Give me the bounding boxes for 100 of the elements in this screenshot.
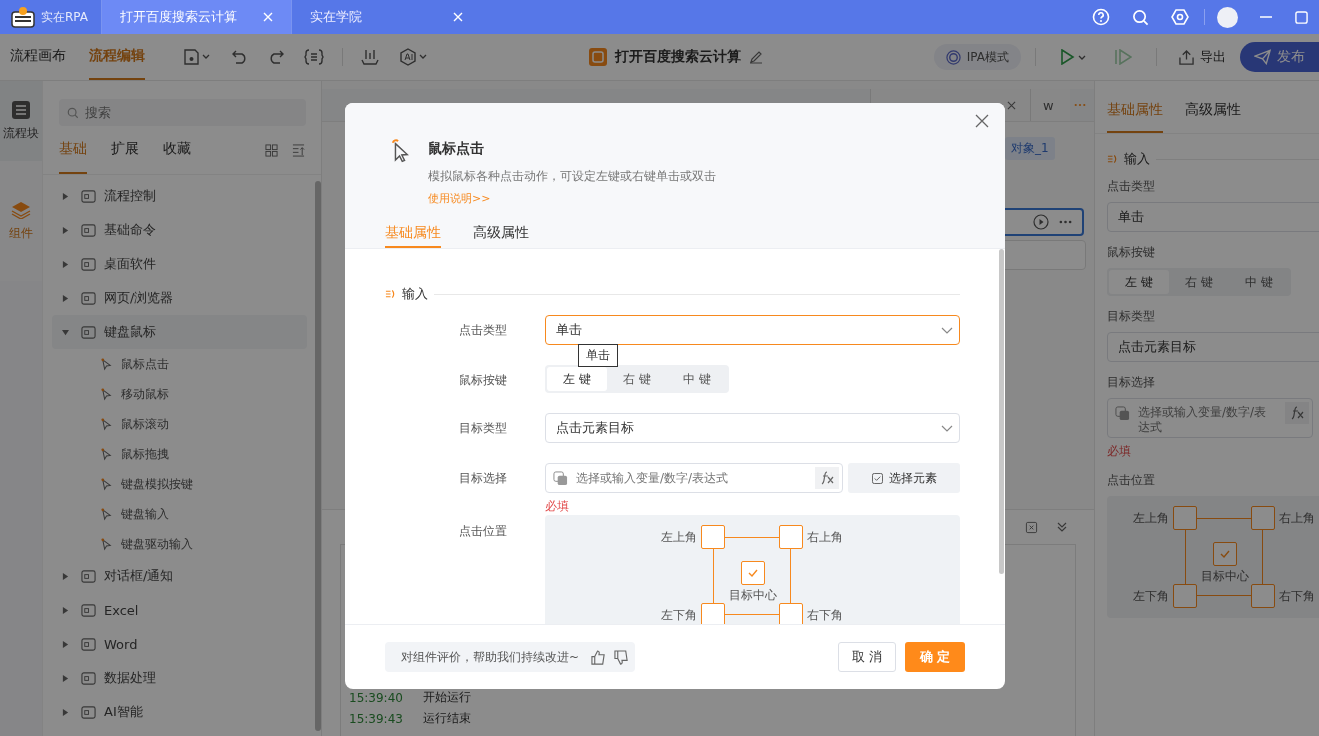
category-tab[interactable]: 收藏 [163, 126, 191, 174]
tree-item[interactable]: 移动鼠标 [52, 379, 307, 409]
help-link[interactable]: 使用说明>> [428, 191, 491, 206]
search-field[interactable]: 搜索 [59, 99, 306, 126]
function-icon [819, 471, 835, 485]
corner-box[interactable] [1173, 584, 1197, 608]
fx-button[interactable] [815, 467, 839, 489]
expression-field[interactable]: 选择或输入变量/数字/表达式 [1107, 398, 1313, 438]
tree-item[interactable]: 键盘鼠标 [52, 315, 307, 349]
close-icon[interactable] [975, 114, 989, 128]
scrollbar-thumb[interactable] [315, 181, 321, 731]
dialog-tab[interactable]: 基础属性 [385, 220, 441, 248]
dialog-tab[interactable]: 高级属性 [473, 220, 529, 248]
play-icon[interactable] [1033, 214, 1049, 230]
more-icon[interactable] [1059, 220, 1072, 224]
select-element-button[interactable]: 选择元素 [848, 463, 960, 493]
corner-box[interactable] [701, 525, 725, 549]
segment-button[interactable]: 右 键 [1169, 270, 1229, 294]
segment-button[interactable]: 右 键 [607, 367, 667, 391]
corner-label: 右下角 [807, 607, 843, 624]
segment-button[interactable]: 中 键 [1229, 270, 1289, 294]
select-field[interactable]: 单击 [1107, 202, 1319, 232]
expand-arrow-icon [62, 572, 69, 580]
category-tab[interactable]: 扩展 [111, 126, 139, 174]
collapse-icon[interactable] [1056, 521, 1068, 533]
document-tab[interactable]: 打开百度搜索云计算 [101, 0, 291, 34]
save-icon[interactable] [184, 49, 212, 65]
confirm-button[interactable]: 确定 [905, 642, 965, 672]
export-button[interactable]: 导出 [1179, 48, 1226, 66]
variable-chip[interactable]: 对象_1 [1005, 137, 1055, 160]
tree-item[interactable]: 流程控制 [52, 179, 307, 213]
ai-icon[interactable] [399, 48, 429, 66]
tree-item[interactable]: 键盘驱动输入 [52, 529, 307, 559]
corner-label: 左下角 [661, 607, 697, 624]
help-icon[interactable] [1092, 8, 1110, 26]
property-tab[interactable]: 基础属性 [1107, 89, 1163, 133]
thumbs-down-icon[interactable] [614, 649, 630, 665]
tree-item[interactable]: 键盘模拟按键 [52, 469, 307, 499]
tree-item[interactable]: 鼠标拖拽 [52, 439, 307, 469]
tree-item[interactable]: 网页/浏览器 [52, 281, 307, 315]
cancel-button[interactable]: 取消 [838, 642, 896, 672]
corner-label: 右下角 [1279, 588, 1315, 605]
close-icon[interactable] [1007, 100, 1016, 110]
tree-item[interactable]: AI智能 [52, 695, 307, 729]
search-icon[interactable] [1132, 8, 1149, 26]
tree-item[interactable]: Excel [52, 593, 307, 627]
tree-item[interactable]: 数据处理 [52, 661, 307, 695]
tree-item[interactable]: 桌面软件 [52, 247, 307, 281]
expression-field[interactable]: 选择或输入变量/数字/表达式 [545, 463, 843, 493]
segment-button[interactable]: 左 键 [1109, 270, 1169, 294]
select-field[interactable]: 点击元素目标 [545, 413, 960, 443]
category-tab[interactable]: 基础 [59, 126, 87, 174]
collapse-all-icon[interactable] [292, 143, 305, 157]
tree-item[interactable]: 鼠标点击 [52, 349, 307, 379]
section-icon [1107, 154, 1118, 164]
property-tab[interactable]: 高级属性 [1185, 89, 1241, 133]
segment-button[interactable]: 中 键 [667, 367, 727, 391]
settings-icon[interactable] [1171, 8, 1189, 26]
mode-tab[interactable]: 流程编辑 [89, 34, 145, 80]
field-label: 目标类型 [1107, 308, 1156, 325]
center-box[interactable] [1213, 542, 1237, 566]
grid-view-icon[interactable] [265, 143, 278, 157]
variables-icon[interactable] [304, 49, 324, 65]
pointer-icon [100, 507, 113, 521]
corner-box[interactable] [701, 603, 725, 624]
field-label: 目标类型 [458, 420, 507, 437]
corner-box[interactable] [1173, 506, 1197, 530]
tree-item[interactable]: 对话框/通知 [52, 559, 307, 593]
corner-box[interactable] [1251, 584, 1275, 608]
avatar[interactable] [1217, 6, 1238, 28]
publish-button[interactable]: 发布 [1240, 42, 1319, 72]
rail-item[interactable]: 流程块 [0, 81, 42, 161]
more-icon[interactable] [1074, 103, 1086, 107]
edit-icon[interactable] [749, 50, 764, 64]
fx-button[interactable] [1285, 402, 1309, 424]
tree-item[interactable]: 基础命令 [52, 213, 307, 247]
log-time: 15:39:43 [349, 711, 403, 726]
tree-item[interactable]: 鼠标滚动 [52, 409, 307, 439]
function-icon [1289, 406, 1305, 420]
maximize-icon[interactable] [1295, 10, 1308, 24]
redo-icon[interactable] [268, 50, 284, 64]
thumbs-up-icon[interactable] [591, 649, 607, 665]
corner-box[interactable] [779, 603, 803, 624]
center-box[interactable] [741, 561, 765, 585]
select-field[interactable]: 点击元素目标 [1107, 332, 1319, 362]
undo-icon[interactable] [232, 50, 248, 64]
clear-log-icon[interactable] [1025, 520, 1038, 534]
corner-box[interactable] [779, 525, 803, 549]
segment-button[interactable]: 左 键 [547, 367, 607, 391]
checkbox-icon [871, 472, 883, 484]
mode-tab[interactable]: 流程画布 [10, 34, 66, 80]
run-icon[interactable] [1060, 49, 1088, 65]
ipa-mode-button[interactable]: IPA模式 [933, 44, 1021, 70]
scrollbar-thumb[interactable] [999, 249, 1004, 574]
import-icon[interactable] [361, 49, 379, 65]
document-tab[interactable]: 实在学院 [291, 0, 481, 34]
corner-box[interactable] [1251, 506, 1275, 530]
tree-item[interactable]: 键盘输入 [52, 499, 307, 529]
tree-item[interactable]: Word [52, 627, 307, 661]
field-label: 鼠标按键 [1107, 244, 1156, 261]
